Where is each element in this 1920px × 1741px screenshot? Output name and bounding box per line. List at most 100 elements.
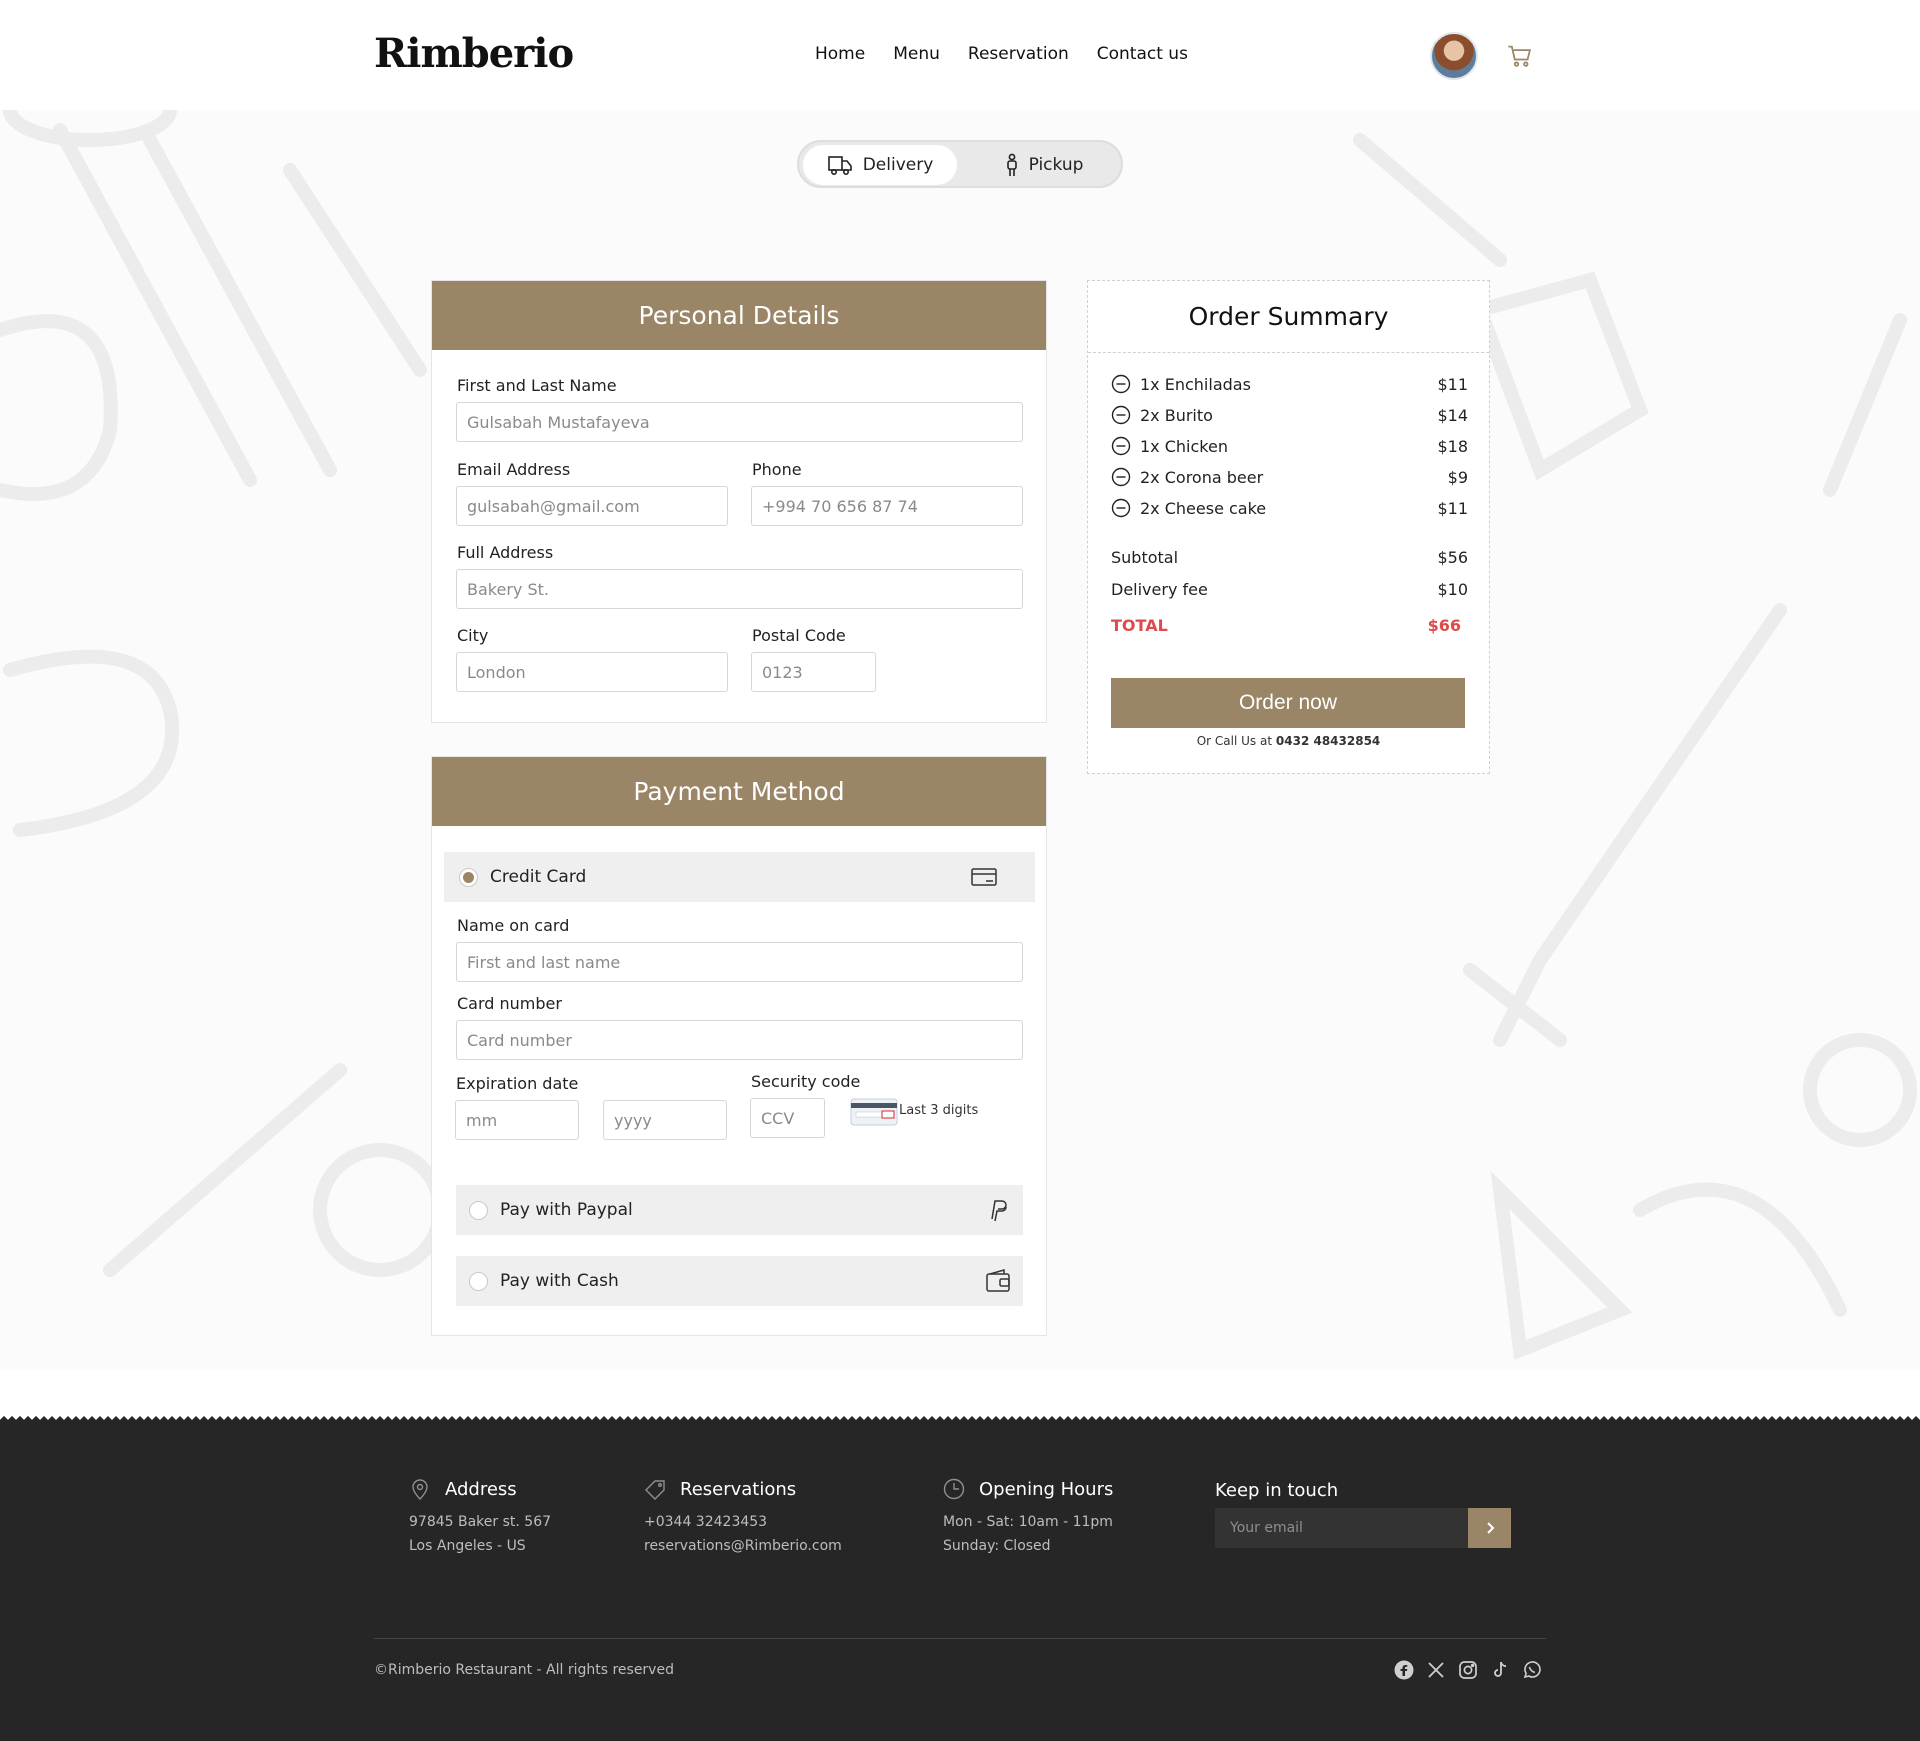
remove-item-icon[interactable] bbox=[1111, 374, 1131, 394]
footer-address: Address 97845 Baker st. 567 Los Angeles … bbox=[409, 1478, 551, 1558]
reservations-phone[interactable]: +0344 32423453 bbox=[644, 1510, 842, 1534]
delivery-pickup-toggle: Delivery Pickup bbox=[797, 140, 1123, 188]
nav-reservation[interactable]: Reservation bbox=[968, 44, 1069, 64]
paypal-option[interactable]: Pay with Paypal bbox=[456, 1185, 1023, 1235]
tiktok-icon[interactable] bbox=[1490, 1660, 1510, 1680]
item-name: 2x Cheese cake bbox=[1140, 498, 1267, 518]
address-input[interactable]: Bakery St. bbox=[456, 569, 1023, 609]
delivery-label: Delivery bbox=[862, 155, 934, 175]
order-summary: Order Summary 1x Enchiladas $11 2x Burit… bbox=[1087, 280, 1490, 774]
delivery-fee-value: $10 bbox=[1437, 580, 1468, 599]
subtotal-label: Subtotal bbox=[1111, 548, 1179, 567]
footer-reservations: Reservations +0344 32423453 reservations… bbox=[644, 1478, 842, 1558]
avatar[interactable] bbox=[1430, 32, 1478, 80]
delivery-fee-label: Delivery fee bbox=[1111, 580, 1208, 599]
last-3-digits-hint: Last 3 digits bbox=[899, 1103, 979, 1118]
security-code-label: Security code bbox=[751, 1072, 861, 1091]
reservations-email[interactable]: reservations@Rimberio.com bbox=[644, 1534, 842, 1558]
chevron-right-icon bbox=[1486, 1522, 1494, 1534]
reservations-title: Reservations bbox=[680, 1478, 797, 1500]
total-value: $66 bbox=[1427, 616, 1461, 635]
site-header: Rimberio Home Menu Reservation Contact u… bbox=[0, 0, 1920, 110]
summary-item: 2x Cheese cake $11 bbox=[1111, 496, 1468, 520]
order-summary-title: Order Summary bbox=[1088, 281, 1489, 353]
call-us-text: Or Call Us at 0432 48432854 bbox=[1088, 734, 1489, 748]
payment-method-title: Payment Method bbox=[432, 757, 1046, 826]
remove-item-icon[interactable] bbox=[1111, 498, 1131, 518]
summary-item: 1x Chicken $18 bbox=[1111, 434, 1468, 458]
remove-item-icon[interactable] bbox=[1111, 405, 1131, 425]
expiry-month-input[interactable]: mm bbox=[455, 1100, 579, 1140]
copyright: ©Rimberio Restaurant - All rights reserv… bbox=[374, 1662, 674, 1678]
postal-code-input[interactable]: 0123 bbox=[751, 652, 876, 692]
name-label: First and Last Name bbox=[457, 376, 617, 395]
name-on-card-label: Name on card bbox=[457, 916, 570, 935]
instagram-icon[interactable] bbox=[1458, 1660, 1478, 1680]
newsletter-email-input[interactable]: Your email bbox=[1215, 1508, 1468, 1548]
email-label: Email Address bbox=[457, 460, 571, 479]
x-twitter-icon[interactable] bbox=[1426, 1660, 1446, 1680]
name-input[interactable]: Gulsabah Mustafayeva bbox=[456, 402, 1023, 442]
name-on-card-input[interactable]: First and last name bbox=[456, 942, 1023, 982]
address-line-2: Los Angeles - US bbox=[409, 1538, 526, 1554]
pickup-label: Pickup bbox=[1028, 155, 1084, 175]
address-line-1: 97845 Baker st. 567 bbox=[409, 1514, 552, 1530]
cash-option[interactable]: Pay with Cash bbox=[456, 1256, 1023, 1306]
keep-in-touch-title: Keep in touch bbox=[1215, 1480, 1339, 1501]
call-prefix: Or Call Us at bbox=[1196, 734, 1273, 748]
personal-details-card: Personal Details First and Last Name Gul… bbox=[431, 280, 1047, 723]
hours-line-2: Sunday: Closed bbox=[943, 1538, 1051, 1554]
pickup-option[interactable]: Pickup bbox=[969, 145, 1119, 185]
expiry-year-input[interactable]: yyyy bbox=[603, 1100, 727, 1140]
truck-icon bbox=[827, 156, 852, 175]
delivery-option[interactable]: Delivery bbox=[803, 145, 957, 185]
item-price: $11 bbox=[1437, 498, 1468, 518]
paypal-icon bbox=[991, 1200, 1007, 1222]
card-back-icon bbox=[850, 1098, 898, 1126]
footer-divider bbox=[374, 1638, 1546, 1639]
email-input[interactable]: gulsabah@gmail.com bbox=[456, 486, 728, 526]
total-label: TOTAL bbox=[1111, 616, 1168, 635]
whatsapp-icon[interactable] bbox=[1522, 1660, 1542, 1680]
expiration-label: Expiration date bbox=[456, 1074, 579, 1093]
remove-item-icon[interactable] bbox=[1111, 436, 1131, 456]
credit-card-radio[interactable] bbox=[459, 867, 478, 887]
phone-input[interactable]: +994 70 656 87 74 bbox=[751, 486, 1023, 526]
remove-item-icon[interactable] bbox=[1111, 467, 1131, 487]
nav-home[interactable]: Home bbox=[815, 44, 865, 64]
tag-icon bbox=[645, 1480, 665, 1500]
facebook-icon[interactable] bbox=[1394, 1660, 1414, 1680]
credit-card-label: Credit Card bbox=[490, 867, 587, 887]
nav-menu[interactable]: Menu bbox=[893, 44, 940, 64]
postal-code-label: Postal Code bbox=[752, 626, 846, 645]
item-name: 1x Chicken bbox=[1140, 436, 1228, 456]
social-links bbox=[1394, 1660, 1542, 1680]
item-name: 1x Enchiladas bbox=[1140, 374, 1251, 394]
logo[interactable]: Rimberio bbox=[374, 30, 574, 77]
item-price: $11 bbox=[1437, 374, 1468, 394]
ccv-input[interactable]: CCV bbox=[750, 1098, 825, 1138]
hours-line-1: Mon - Sat: 10am - 11pm bbox=[943, 1514, 1113, 1530]
location-pin-icon bbox=[412, 1479, 428, 1500]
nav-contact[interactable]: Contact us bbox=[1097, 44, 1188, 64]
clock-icon bbox=[943, 1478, 965, 1500]
item-price: $18 bbox=[1437, 436, 1468, 456]
city-input[interactable]: London bbox=[456, 652, 728, 692]
city-label: City bbox=[457, 626, 489, 645]
newsletter-submit-button[interactable] bbox=[1468, 1508, 1511, 1548]
payment-method-card: Payment Method Credit Card Name on card … bbox=[431, 756, 1047, 1336]
address-label: Full Address bbox=[457, 543, 554, 562]
credit-card-option[interactable]: Credit Card bbox=[444, 852, 1035, 902]
wallet-icon bbox=[986, 1269, 1010, 1292]
total-row: TOTAL $66 bbox=[1111, 616, 1461, 635]
card-number-input[interactable]: Card number bbox=[456, 1020, 1023, 1060]
cash-label: Pay with Cash bbox=[500, 1271, 619, 1291]
paypal-radio[interactable] bbox=[469, 1200, 488, 1220]
item-name: 2x Burito bbox=[1140, 405, 1213, 425]
cash-radio[interactable] bbox=[469, 1271, 488, 1291]
call-number[interactable]: 0432 48432854 bbox=[1276, 734, 1380, 748]
person-icon bbox=[1006, 153, 1017, 176]
order-now-button[interactable]: Order now bbox=[1111, 678, 1465, 728]
item-price: $9 bbox=[1447, 467, 1468, 487]
cart-icon[interactable] bbox=[1506, 42, 1534, 70]
